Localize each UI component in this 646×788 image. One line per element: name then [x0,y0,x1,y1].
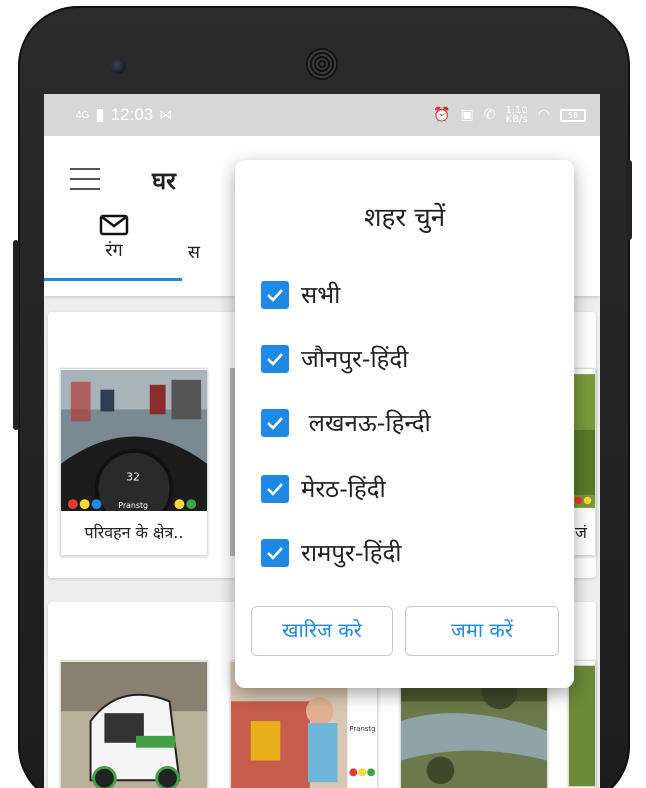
vibrate-icon: ▣ [460,107,474,123]
news-thumbnail [61,661,207,788]
option-label: लखनऊ-हिन्दी [301,409,431,437]
mail-icon [99,214,129,236]
dialog-title: शहर चुनें [363,203,446,233]
checkbox-checked-icon[interactable] [261,474,289,503]
signal-icon: ▮ [95,105,105,124]
earpiece-speaker [306,48,338,80]
city-option-all[interactable]: सभी [261,278,340,311]
option-label: सभी [301,281,341,309]
watermark-text: Pranstg [118,501,148,510]
status-bar: 4G ▮ 12:03 ⋈ ⏰ ▣ ✆ 1.10 KB/s ◠ 58 [44,94,600,136]
alarm-icon: ⏰ [433,107,451,123]
tab-label: स [187,242,201,263]
status-time: 12:03 [110,105,154,124]
call-icon: ✆ [483,107,496,123]
checkbox-checked-icon[interactable] [261,280,289,309]
checkbox-checked-icon[interactable] [261,408,289,437]
city-option-lucknow[interactable]: लखनऊ-हिन्दी [261,406,431,439]
tab-second[interactable]: स [164,240,224,264]
battery-icon: 58 [560,108,586,122]
option-label: रामपुर-हिंदी [301,539,402,567]
news-caption: परिवहन के क्षेत्र.. [61,511,207,555]
active-tab-indicator [44,278,182,281]
front-camera [110,58,126,74]
tab-rang[interactable]: रंग [44,214,184,262]
submit-button[interactable]: जमा करें [405,606,559,656]
network-type: 4G [76,109,90,121]
checkbox-checked-icon[interactable] [261,344,289,373]
city-select-dialog: शहर चुनें सभी जौनपुर-हिंदी लखनऊ-हिन्दी म… [235,160,574,688]
news-thumbnail: 32 Pranstg [61,369,207,513]
dismiss-button[interactable]: खारिज करे [251,606,393,656]
tab-label: रंग [105,240,123,261]
list-item[interactable]: 32 Pranstg परिवहन के क्षेत्र.. [60,368,208,556]
checkbox-checked-icon[interactable] [261,538,289,567]
wifi-icon: ◠ [537,107,550,123]
watermark-text: Pranstg [349,725,375,733]
city-option-meerut[interactable]: मेरठ-हिंदी [261,472,386,505]
notification-icon: ⋈ [159,107,173,122]
city-option-jaunpur[interactable]: जौनपुर-हिंदी [261,342,408,375]
option-label: मेरठ-हिंदी [301,475,386,503]
net-speed-unit: KB/s [505,114,528,125]
option-label: जौनपुर-हिंदी [301,345,409,373]
menu-icon[interactable] [70,168,102,190]
page-title: घर [152,167,176,195]
net-speed: 1.10 KB/s [505,106,528,125]
phone-volume-button [13,240,19,430]
svg-text:32: 32 [126,470,140,483]
list-item[interactable] [60,660,208,788]
city-option-rampur[interactable]: रामपुर-हिंदी [261,536,401,569]
phone-power-button [626,160,632,240]
